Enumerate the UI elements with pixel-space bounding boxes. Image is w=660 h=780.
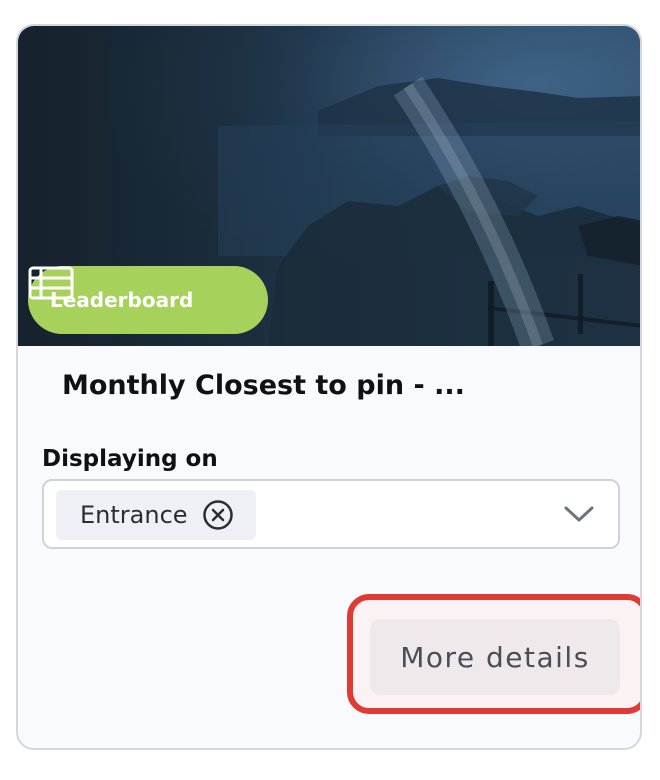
- display-location-select[interactable]: Entrance: [42, 479, 620, 549]
- chevron-down-icon[interactable]: [564, 503, 594, 525]
- card-title: Monthly Closest to pin - ...: [62, 370, 465, 401]
- list-table-icon: [28, 266, 74, 300]
- location-chip: Entrance: [56, 490, 256, 540]
- hero-image: Leaderboard: [18, 26, 640, 346]
- leaderboard-card: Leaderboard Monthly Closest to pin - ...…: [16, 24, 642, 750]
- chip-label: Entrance: [80, 501, 188, 529]
- circle-x-icon[interactable]: [202, 499, 234, 531]
- more-details-button[interactable]: More details: [370, 619, 620, 695]
- leaderboard-badge[interactable]: Leaderboard: [28, 266, 268, 334]
- displaying-on-label: Displaying on: [42, 446, 218, 472]
